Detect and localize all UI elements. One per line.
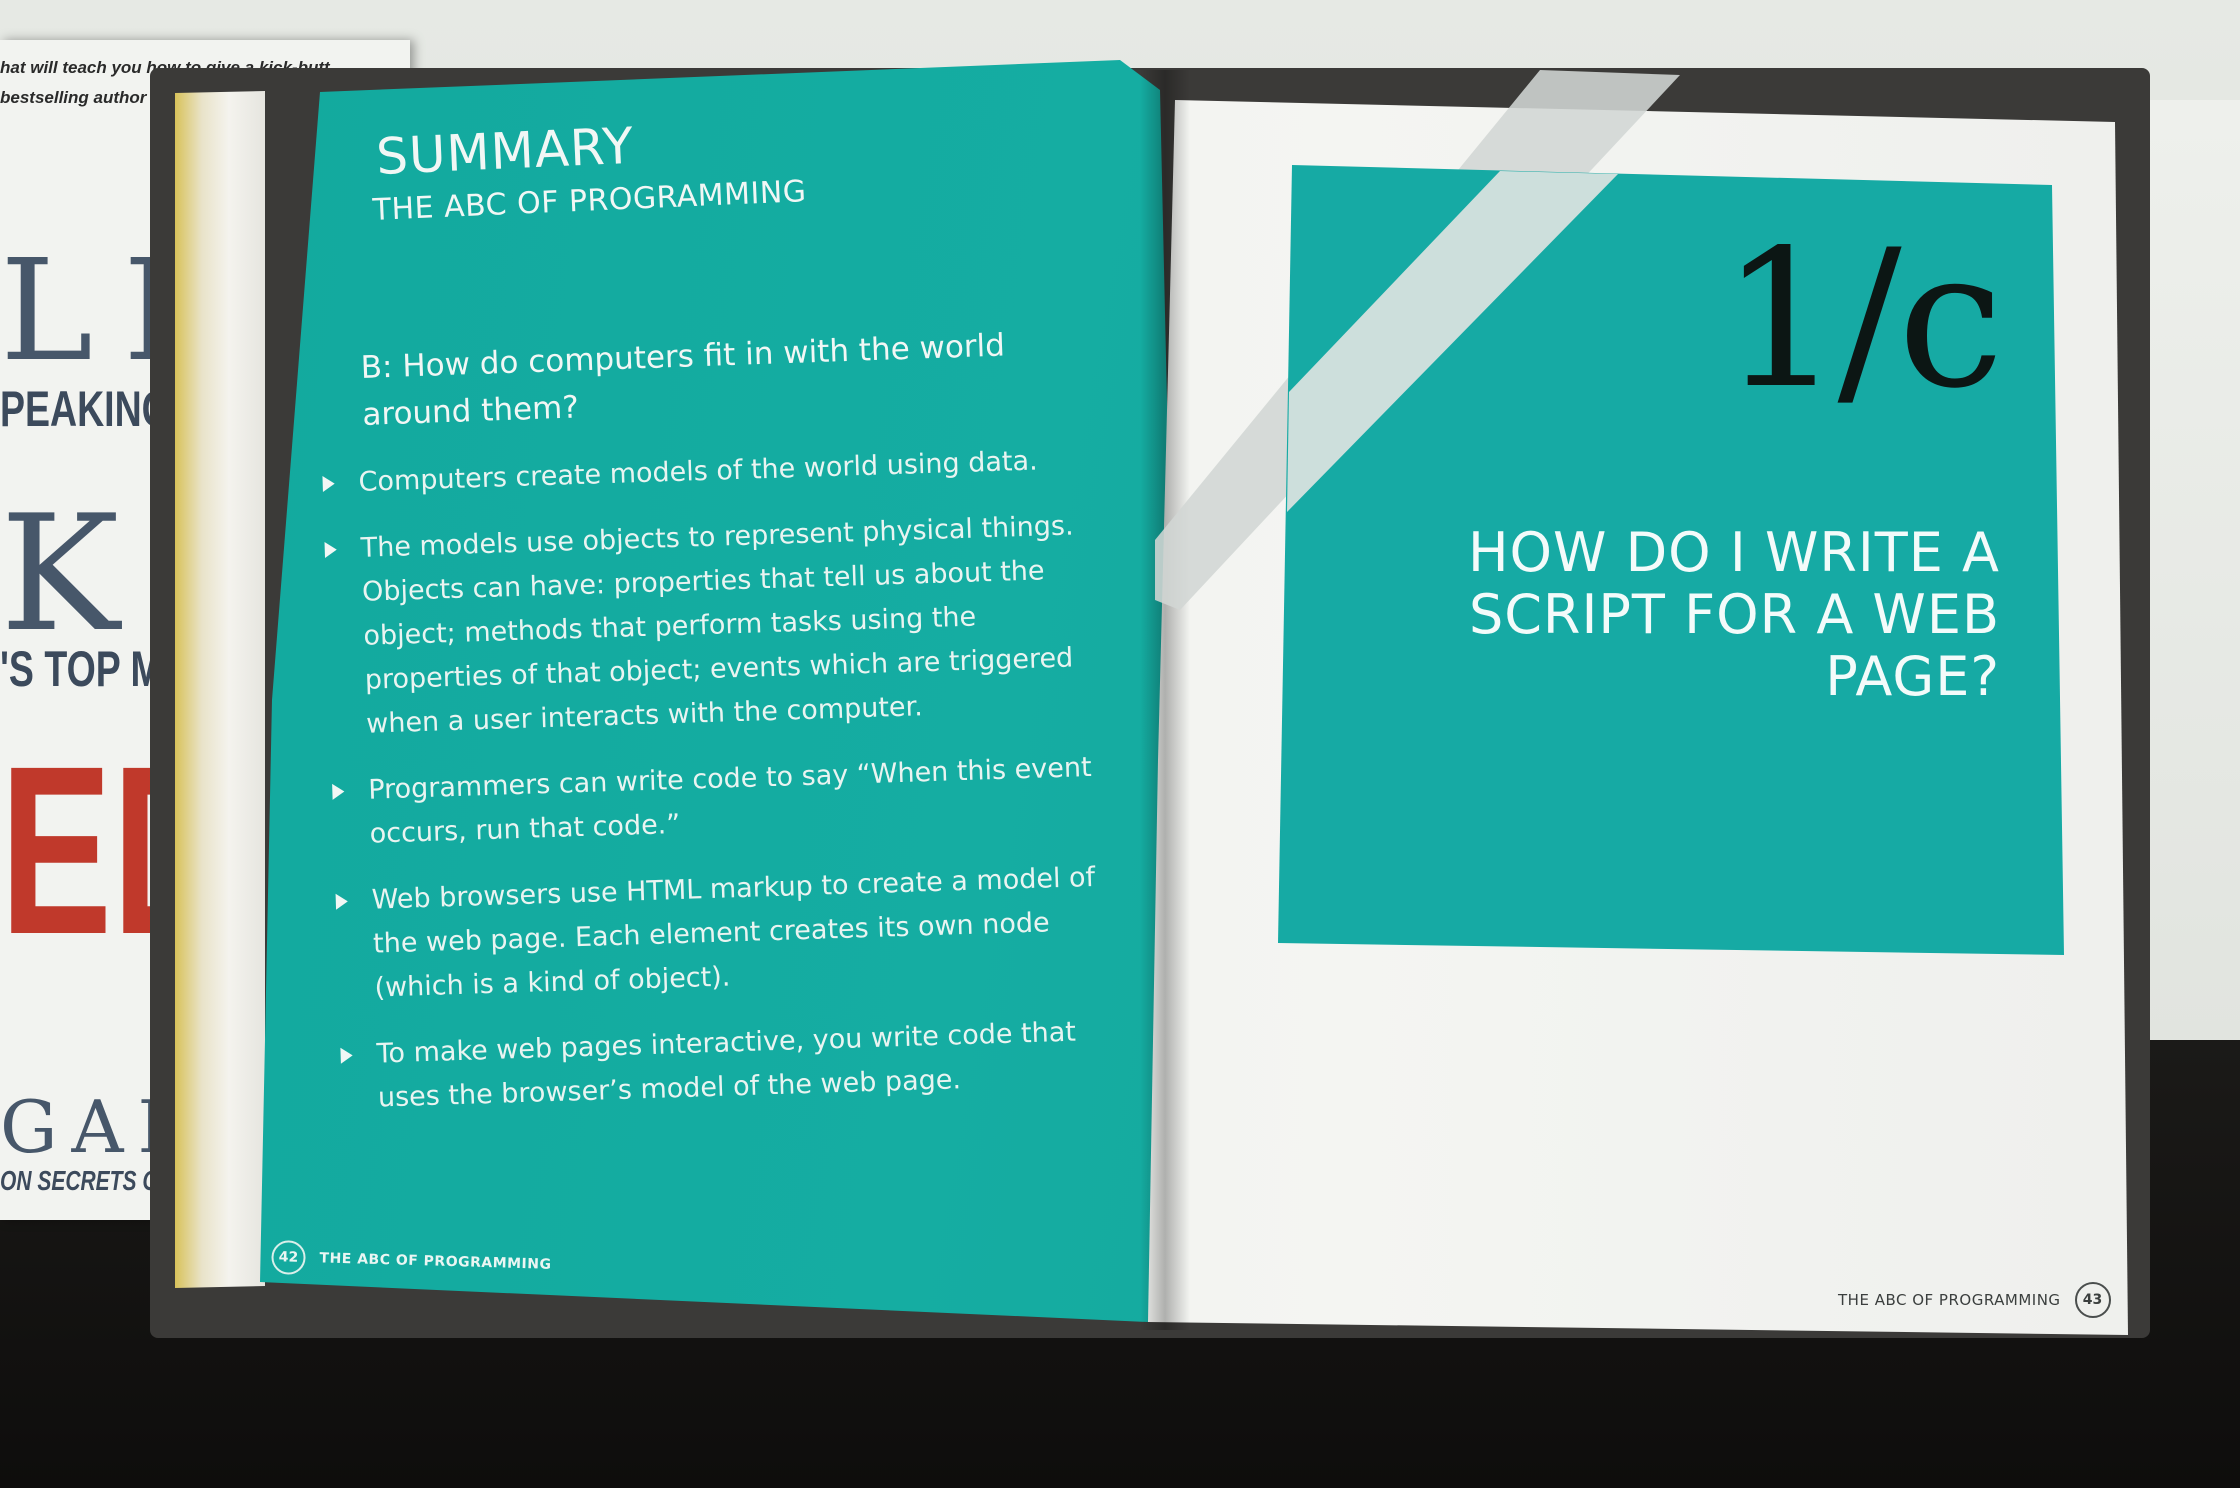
bullet-text: The models use objects to represent phys… <box>360 510 1075 740</box>
chapter-number: 1/c <box>1720 209 2004 430</box>
bullet-triangle-icon <box>332 783 345 800</box>
right-page-footer: THE ABC OF PROGRAMMING 43 <box>1838 1282 2111 1318</box>
page-title: SUMMARY <box>375 116 636 186</box>
bullet-text: Web browsers use HTML markup to create a… <box>371 861 1096 1004</box>
page-number-badge: 42 <box>271 1240 306 1275</box>
page-number-badge: 43 <box>2074 1282 2111 1318</box>
bullet-text: Programmers can write code to say “When … <box>367 751 1093 850</box>
running-footer: THE ABC OF PROGRAMMING <box>319 1250 552 1273</box>
bullet-triangle-icon <box>340 1047 353 1064</box>
bullet-text: To make web pages interactive, you write… <box>376 1016 1077 1114</box>
book-page-edges <box>175 91 265 1288</box>
list-item: Web browsers use HTML markup to create a… <box>335 855 1119 1011</box>
background-book-title-line-4: 'S TOP MI <box>0 641 173 697</box>
running-footer: THE ABC OF PROGRAMMING <box>1838 1291 2061 1309</box>
background-book-bottom-line: ON SECRETS OF <box>0 1165 172 1196</box>
list-item: The models use objects to represent phys… <box>324 503 1111 747</box>
list-item: Programmers can write code to say “When … <box>332 745 1114 857</box>
list-item: To make web pages interactive, you write… <box>340 1009 1122 1121</box>
book-gutter-shadow <box>1140 70 1190 1330</box>
bullet-triangle-icon <box>322 475 335 492</box>
chapter-question: HOW DO I WRITE A SCRIPT FOR A WEB PAGE? <box>1467 521 2000 708</box>
summary-bullet-list: Computers create models of the world usi… <box>322 437 1123 1143</box>
bullet-triangle-icon <box>324 541 338 558</box>
bullet-triangle-icon <box>335 893 349 910</box>
